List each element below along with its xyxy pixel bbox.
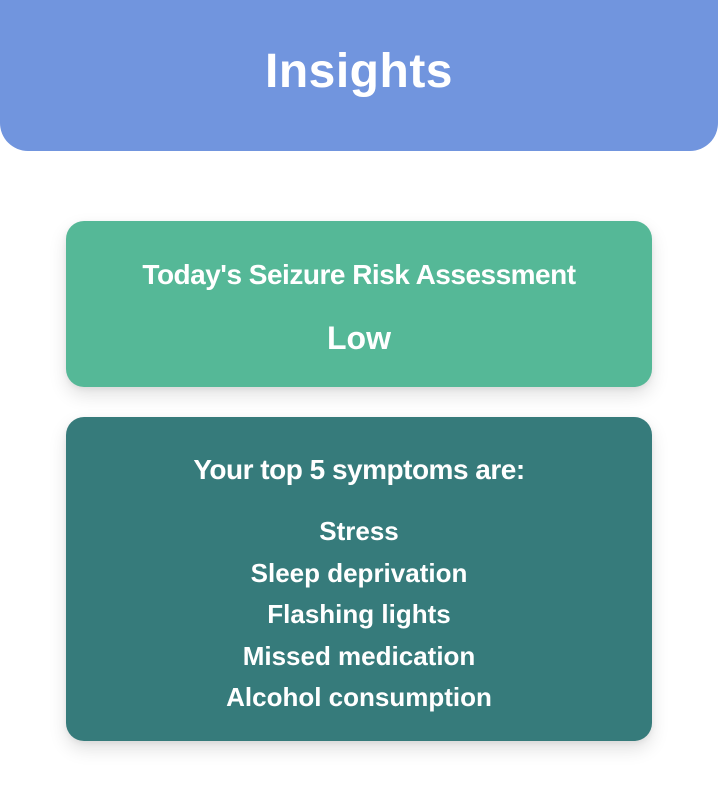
symptom-item: Stress bbox=[319, 516, 399, 546]
page-title: Insights bbox=[264, 45, 453, 98]
risk-assessment-card[interactable]: Today's Seizure Risk Assessment Low bbox=[66, 221, 652, 387]
risk-level-value: Low bbox=[327, 320, 391, 356]
symptom-item: Sleep deprivation bbox=[250, 557, 468, 588]
risk-assessment-title: Today's Seizure Risk Assessment bbox=[142, 259, 576, 290]
top-symptoms-card[interactable]: Your top 5 symptoms are: Stress Sleep de… bbox=[66, 417, 652, 741]
header-bar: Insights bbox=[0, 0, 718, 151]
top-symptoms-title: Your top 5 symptoms are: bbox=[193, 454, 525, 485]
symptoms-list: Stress Sleep deprivation Flashing lights… bbox=[66, 511, 652, 719]
symptom-item: Alcohol consumption bbox=[226, 682, 492, 712]
symptom-item: Flashing lights bbox=[267, 599, 451, 629]
symptom-item: Missed medication bbox=[242, 640, 476, 671]
